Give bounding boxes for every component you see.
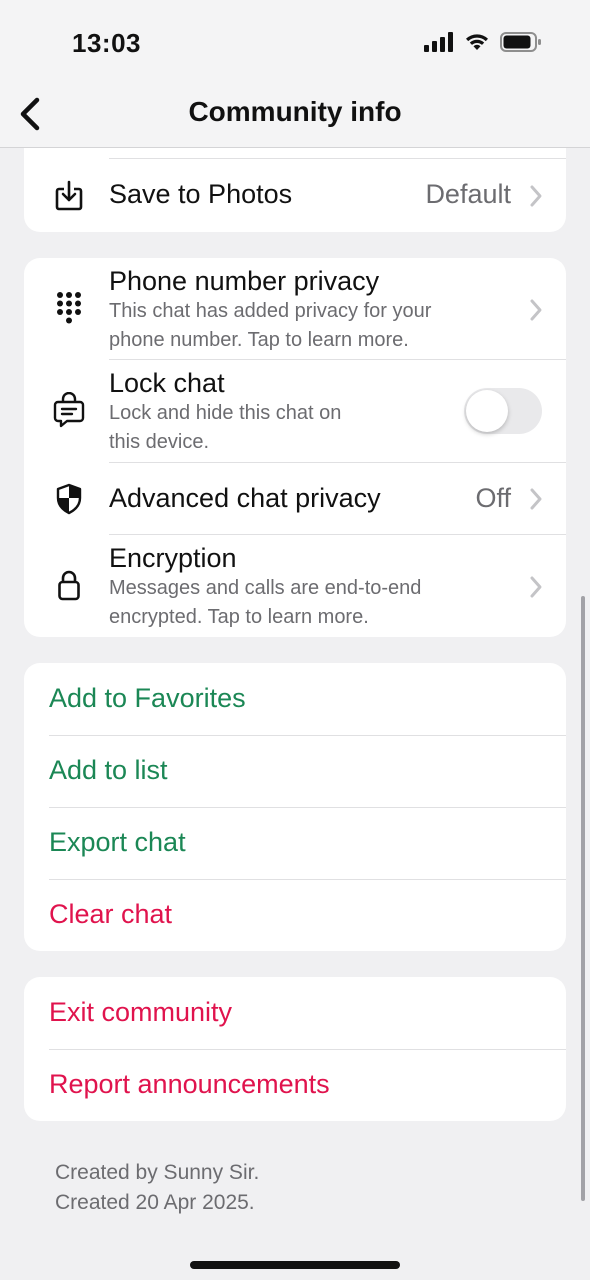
lock-chat-icon	[52, 392, 86, 428]
subtitle-line: Lock and hide this chat on	[109, 402, 342, 424]
add-to-list-label: Add to list	[49, 755, 168, 785]
lock-chat-subtitle: Lock and hide this chat on this device.	[109, 399, 489, 457]
home-indicator[interactable]	[190, 1261, 400, 1269]
status-time: 13:03	[72, 28, 141, 58]
status-icons	[424, 32, 542, 52]
chevron-right-icon	[530, 185, 542, 207]
report-announcements-label: Report announcements	[49, 1069, 330, 1099]
wifi-icon	[466, 34, 488, 50]
chevron-right-icon	[530, 299, 542, 321]
chevron-right-icon	[530, 576, 542, 598]
encryption-subtitle: Messages and calls are end-to-end encryp…	[109, 574, 489, 632]
save-to-photos-icon	[52, 179, 86, 213]
add-to-favorites-label: Add to Favorites	[49, 683, 246, 713]
privacy-card: Phone number privacy This chat has added…	[24, 258, 566, 637]
save-to-photos-value: Default	[425, 179, 511, 209]
advanced-chat-privacy-title: Advanced chat privacy	[109, 483, 381, 513]
phone-number-privacy-row[interactable]: Phone number privacy This chat has added…	[24, 258, 566, 359]
shield-icon	[52, 482, 86, 516]
save-to-photos-row[interactable]: Save to Photos Default	[24, 159, 566, 232]
created-date-text: Created 20 Apr 2025.	[55, 1191, 255, 1214]
add-to-list-button[interactable]: Add to list	[24, 735, 566, 807]
encryption-row[interactable]: Encryption Messages and calls are end-to…	[24, 535, 566, 637]
created-by-text: Created by Sunny Sir.	[55, 1161, 260, 1184]
chat-actions-card: Add to Favorites Add to list Export chat…	[24, 663, 566, 951]
lock-chat-title: Lock chat	[109, 368, 225, 398]
page-title: Community info	[188, 96, 402, 127]
subtitle-line: Messages and calls are end-to-end	[109, 577, 422, 599]
phone-number-privacy-subtitle: This chat has added privacy for your pho…	[109, 297, 489, 355]
clear-chat-label: Clear chat	[49, 899, 173, 929]
status-bar: 13:03	[0, 0, 590, 80]
lock-chat-row: Lock chat Lock and hide this chat on thi…	[24, 360, 566, 462]
encryption-title: Encryption	[109, 543, 237, 573]
subtitle-line: phone number. Tap to learn more.	[109, 329, 409, 351]
clear-chat-button[interactable]: Clear chat	[24, 879, 566, 951]
lock-chat-toggle[interactable]	[464, 388, 542, 434]
battery-icon	[500, 32, 541, 52]
add-to-favorites-button[interactable]: Add to Favorites	[24, 663, 566, 735]
advanced-chat-privacy-row[interactable]: Advanced chat privacy Off	[24, 463, 566, 534]
report-announcements-button[interactable]: Report announcements	[24, 1049, 566, 1121]
lock-icon	[52, 568, 86, 602]
subtitle-line: this device.	[109, 431, 210, 453]
cellular-signal-icon	[424, 32, 453, 52]
exit-community-button[interactable]: Exit community	[24, 977, 566, 1049]
community-created-info: Created by Sunny Sir. Created 20 Apr 202…	[55, 1158, 259, 1218]
community-actions-card: Exit community Report announcements	[24, 977, 566, 1121]
scrollbar[interactable]	[581, 596, 585, 1201]
subtitle-line: This chat has added privacy for your	[109, 300, 432, 322]
dialpad-icon	[52, 291, 86, 325]
export-chat-label: Export chat	[49, 827, 186, 857]
export-chat-button[interactable]: Export chat	[24, 807, 566, 879]
subtitle-line: encrypted. Tap to learn more.	[109, 606, 369, 628]
toggle-knob	[466, 390, 508, 432]
phone-number-privacy-title: Phone number privacy	[109, 266, 380, 296]
exit-community-label: Exit community	[49, 997, 233, 1027]
advanced-chat-privacy-value: Off	[475, 483, 511, 513]
chevron-right-icon	[530, 488, 542, 510]
save-to-photos-title: Save to Photos	[109, 179, 293, 209]
media-settings-card: Save to Photos Default	[24, 148, 566, 232]
navigation-bar: Community info	[0, 80, 590, 148]
